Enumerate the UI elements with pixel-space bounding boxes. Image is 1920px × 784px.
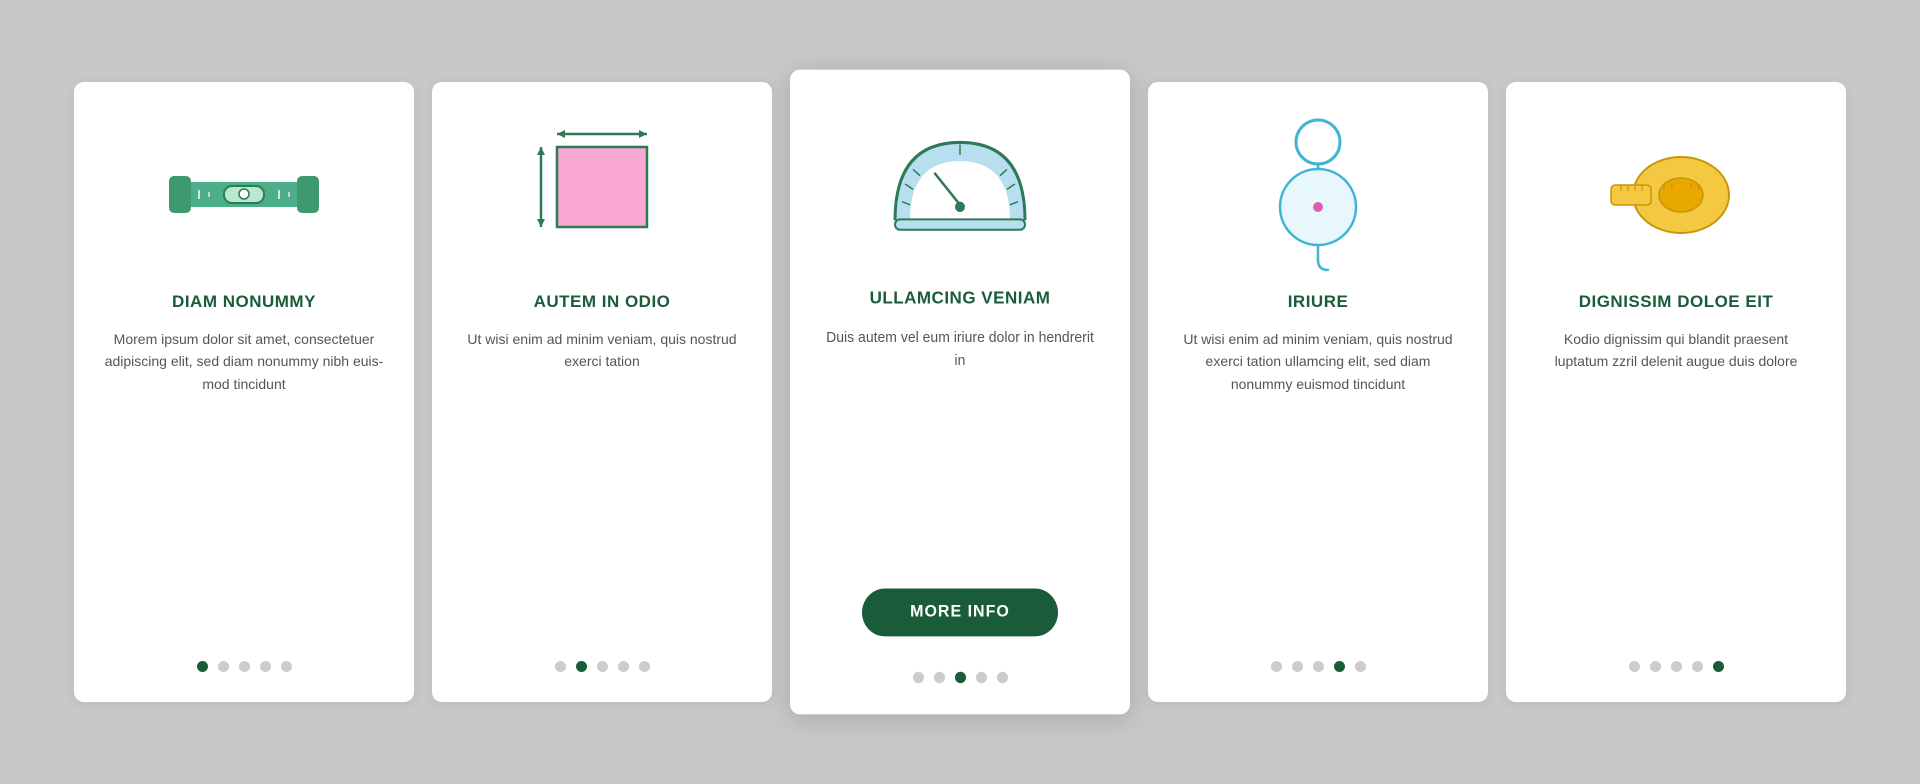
- dot-4[interactable]: [639, 661, 650, 672]
- level-icon: [164, 122, 324, 262]
- pagination-dots-1: [197, 651, 292, 672]
- scale-icon: [880, 111, 1040, 257]
- card-text-1: Morem ipsum dolor sit amet, consectetuer…: [104, 328, 384, 627]
- dot-3[interactable]: [1334, 661, 1345, 672]
- dot-3[interactable]: [260, 661, 271, 672]
- dot-0[interactable]: [913, 672, 924, 683]
- hanging-scale-icon: [1238, 122, 1398, 262]
- dot-2[interactable]: [1313, 661, 1324, 672]
- dot-4[interactable]: [1355, 661, 1366, 672]
- cards-container: DIAM NONUMMY Morem ipsum dolor sit amet, …: [14, 42, 1906, 742]
- card-2[interactable]: AUTEM IN ODIO Ut wisi enim ad minim venia…: [432, 82, 772, 702]
- card-title-1: DIAM NONUMMY: [172, 292, 316, 312]
- card-text-2: Ut wisi enim ad minim veniam, quis nostr…: [462, 328, 742, 627]
- pagination-dots-4: [1271, 651, 1366, 672]
- card-text-3: Duis autem vel eum iriure dolor in hendr…: [820, 325, 1100, 563]
- card-5[interactable]: DIGNISSIM DOLOE EIT Kodio dignissim qui b…: [1506, 82, 1846, 702]
- dot-1[interactable]: [934, 672, 945, 683]
- dot-2[interactable]: [597, 661, 608, 672]
- pagination-dots-2: [555, 651, 650, 672]
- dot-1[interactable]: [576, 661, 587, 672]
- dot-2[interactable]: [955, 672, 966, 683]
- pagination-dots-5: [1629, 651, 1724, 672]
- dimension-icon: [522, 122, 682, 262]
- tape-icon: [1596, 122, 1756, 262]
- dot-4[interactable]: [1713, 661, 1724, 672]
- card-title-4: IRIURE: [1288, 292, 1349, 312]
- card-title-3: ULLAMCING VENIAM: [870, 288, 1051, 309]
- dot-3[interactable]: [1692, 661, 1703, 672]
- more-info-button[interactable]: MORE INFO: [862, 589, 1058, 637]
- card-3[interactable]: ULLAMCING VENIAM Duis autem vel eum iriur…: [790, 70, 1130, 715]
- dot-1[interactable]: [1650, 661, 1661, 672]
- dot-1[interactable]: [1292, 661, 1303, 672]
- dot-4[interactable]: [997, 672, 1008, 683]
- pagination-dots-3: [913, 661, 1008, 683]
- dot-2[interactable]: [239, 661, 250, 672]
- card-1[interactable]: DIAM NONUMMY Morem ipsum dolor sit amet, …: [74, 82, 414, 702]
- card-title-2: AUTEM IN ODIO: [534, 292, 671, 312]
- dot-0[interactable]: [1629, 661, 1640, 672]
- card-title-5: DIGNISSIM DOLOE EIT: [1579, 292, 1774, 312]
- dot-0[interactable]: [1271, 661, 1282, 672]
- dot-1[interactable]: [218, 661, 229, 672]
- dot-4[interactable]: [281, 661, 292, 672]
- card-text-4: Ut wisi enim ad minim veniam, quis nostr…: [1178, 328, 1458, 627]
- dot-3[interactable]: [618, 661, 629, 672]
- dot-0[interactable]: [555, 661, 566, 672]
- card-text-5: Kodio dignissim qui blandit praesent lup…: [1536, 328, 1816, 627]
- dot-2[interactable]: [1671, 661, 1682, 672]
- card-4[interactable]: IRIURE Ut wisi enim ad minim veniam, quis…: [1148, 82, 1488, 702]
- dot-0[interactable]: [197, 661, 208, 672]
- dot-3[interactable]: [976, 672, 987, 683]
